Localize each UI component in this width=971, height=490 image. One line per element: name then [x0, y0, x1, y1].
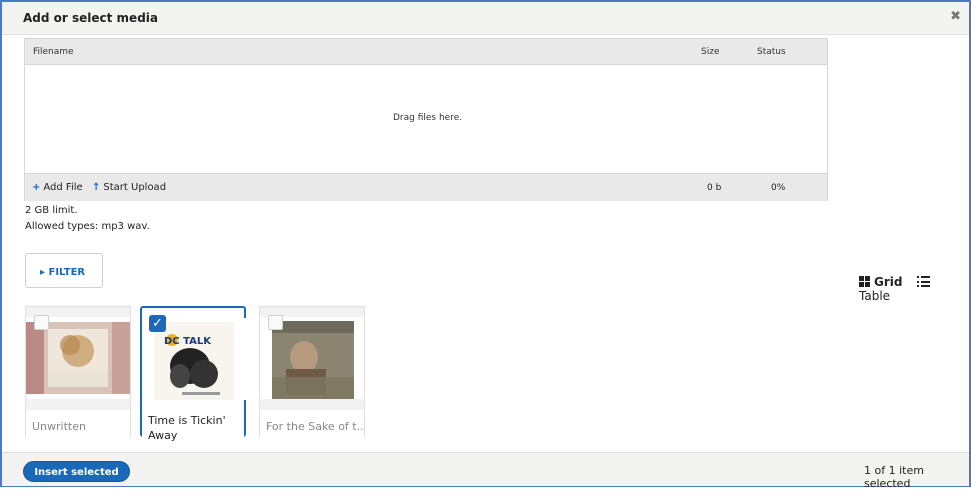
- list-icon: [916, 276, 930, 287]
- start-upload-button[interactable]: ↑ Start Upload: [92, 182, 166, 193]
- drop-zone[interactable]: Drag files here.: [25, 65, 827, 173]
- filter-button[interactable]: ▸ FILTER: [25, 253, 103, 288]
- total-size: 0 b: [707, 183, 722, 193]
- media-dialog: Add or select media ✖ Filename Size Stat…: [0, 0, 971, 490]
- selection-count: 1 of 1 item selected: [864, 464, 924, 490]
- file-uploader: Filename Size Status Drag files here. + A…: [24, 38, 828, 201]
- grid-icon: [859, 276, 871, 287]
- media-checkbox[interactable]: [34, 315, 49, 330]
- dialog-footer: Insert selected 1 of 1 item selected: [2, 452, 969, 490]
- drop-zone-text: Drag files here.: [393, 113, 463, 123]
- media-card[interactable]: DC TALK ✓ Time is Tickin' Away: [140, 306, 246, 442]
- insert-selected-button[interactable]: Insert selected: [23, 461, 130, 482]
- media-label: Unwritten: [26, 410, 130, 439]
- column-size: Size: [701, 47, 720, 57]
- column-filename: Filename: [33, 47, 74, 57]
- allowed-types-text: Allowed types: mp3 wav.: [25, 221, 150, 232]
- add-file-label: Add File: [43, 182, 83, 193]
- media-label: Time is Tickin' Away: [142, 413, 244, 442]
- uploader-header: Filename Size Status: [25, 39, 827, 65]
- media-label: For the Sake of t...: [260, 410, 364, 439]
- table-view-label: Table: [859, 289, 891, 303]
- column-status: Status: [757, 47, 786, 57]
- dialog-titlebar: Add or select media ✖: [2, 2, 969, 35]
- media-checkbox[interactable]: [268, 315, 283, 330]
- close-icon[interactable]: ✖: [950, 9, 961, 24]
- media-card[interactable]: For the Sake of t...: [259, 306, 365, 439]
- size-limit-text: 2 GB limit.: [25, 205, 78, 216]
- media-card[interactable]: Unwritten: [25, 306, 131, 439]
- add-file-button[interactable]: + Add File: [32, 182, 83, 193]
- media-checkbox-checked[interactable]: ✓: [149, 315, 166, 332]
- total-percent: 0%: [771, 183, 786, 193]
- svg-text:DC TALK: DC TALK: [164, 336, 212, 347]
- grid-view-label: Grid: [874, 275, 903, 289]
- start-upload-label: Start Upload: [103, 182, 167, 193]
- uploader-footer: + Add File ↑ Start Upload 0 b 0%: [25, 173, 827, 201]
- plus-icon: +: [32, 182, 41, 193]
- arrow-up-icon: ↑: [92, 182, 101, 193]
- dialog-title: Add or select media: [23, 11, 158, 25]
- view-switcher: Grid Table: [859, 275, 969, 303]
- grid-view-link[interactable]: Grid: [859, 275, 907, 289]
